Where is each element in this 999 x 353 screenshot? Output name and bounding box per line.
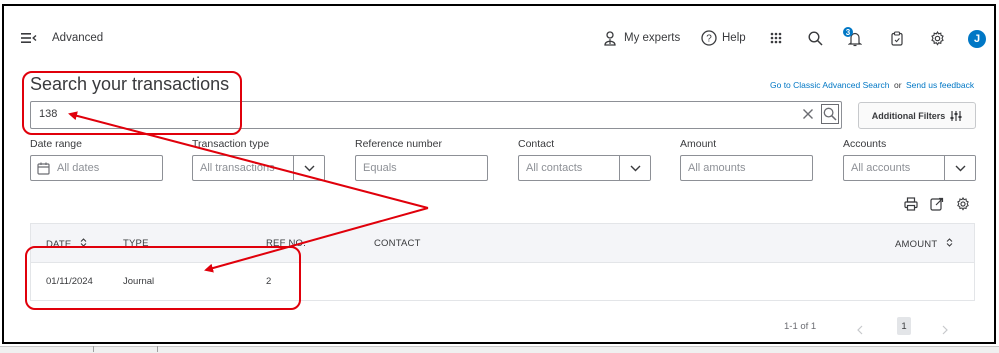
help-link[interactable]: Help [722,32,746,44]
my-experts-link[interactable]: My experts [624,32,680,44]
additional-filters-label: Additional Filters [871,110,946,121]
notification-count-badge: 3 [843,27,853,37]
clipboard-icon[interactable] [890,30,904,46]
app-mode-label: Advanced [52,32,104,44]
my-experts-icon[interactable] [603,30,617,46]
table-row[interactable]: 01/11/2024 Journal 2 [31,262,974,300]
transaction-type-dropdown[interactable] [293,156,324,180]
chevron-down-icon [304,165,314,171]
classic-search-link[interactable]: Go to Classic Advanced Search [770,80,890,90]
column-header-ref-no[interactable]: REF NO. [266,238,306,249]
export-icon[interactable] [929,196,944,211]
contact-select[interactable]: All contacts [518,155,651,181]
reference-number-input[interactable]: Equals [355,155,488,181]
transaction-type-value: All transactions [200,162,275,174]
column-header-contact[interactable]: CONTACT [374,238,421,249]
search-submit-icon[interactable] [821,104,839,124]
amount-header-label: AMOUNT [895,239,938,250]
amount-label: Amount [680,138,717,150]
settings-gear-icon[interactable] [929,30,945,46]
print-icon[interactable] [903,196,918,211]
amount-input[interactable]: All amounts [680,155,813,181]
date-range-label: Date range [30,138,82,150]
table-header-row: DATE TYPE REF NO. CONTACT AMOUNT [31,224,974,263]
amount-placeholder: All amounts [688,162,746,174]
search-icon[interactable] [807,30,823,46]
row-ref-no: 2 [266,276,272,287]
reference-number-label: Reference number [355,138,442,150]
send-feedback-link[interactable]: Send us feedback [906,80,974,90]
column-header-type[interactable]: TYPE [123,238,149,249]
calendar-icon [37,162,50,175]
column-header-amount[interactable]: AMOUNT [895,238,953,250]
clear-search-icon[interactable] [801,107,815,121]
transaction-type-select[interactable]: All transactions [192,155,325,181]
accounts-dropdown[interactable] [944,156,975,180]
contact-value: All contacts [526,162,583,174]
column-header-date[interactable]: DATE [46,238,87,250]
chevron-down-icon [955,165,965,171]
accounts-select[interactable]: All accounts [843,155,976,181]
previous-page-icon[interactable] [857,322,863,340]
reference-number-placeholder: Equals [363,162,397,174]
svg-text:?: ? [706,33,712,44]
sort-icon [946,238,953,247]
transaction-search-input[interactable]: 138 [30,101,842,129]
pagination-range: 1-1 of 1 [784,321,817,332]
results-table: DATE TYPE REF NO. CONTACT AMOUNT 01/11/2… [30,223,975,301]
links-separator: or [894,80,902,90]
date-range-select[interactable]: All dates [30,155,163,181]
filter-sliders-icon [950,110,962,121]
row-date: 01/11/2024 [46,276,93,287]
date-header-label: DATE [46,239,72,250]
taskbar-divider [157,346,158,352]
contact-dropdown[interactable] [619,156,650,180]
additional-filters-button[interactable]: Additional Filters [858,102,976,129]
contact-label: Contact [518,138,555,150]
row-type: Journal [123,276,155,287]
header-links: Go to Classic Advanced Search or Send us… [770,75,974,93]
accounts-value: All accounts [851,162,911,174]
taskbar-divider [93,346,94,352]
help-icon[interactable]: ? [700,29,717,46]
table-settings-gear-icon[interactable] [955,196,970,211]
date-range-value: All dates [57,162,100,174]
sort-icon [80,238,87,247]
user-avatar[interactable]: J [968,30,986,48]
page-title: Search your transactions [30,74,230,94]
next-page-icon[interactable] [942,322,948,340]
app-grid-icon[interactable] [769,31,783,45]
search-query-text: 138 [39,108,58,120]
page-number-button[interactable]: 1 [897,317,911,335]
menu-collapse-icon[interactable] [20,31,38,45]
accounts-label: Accounts [843,138,887,150]
transaction-type-label: Transaction type [192,138,270,150]
chevron-down-icon [630,165,640,171]
